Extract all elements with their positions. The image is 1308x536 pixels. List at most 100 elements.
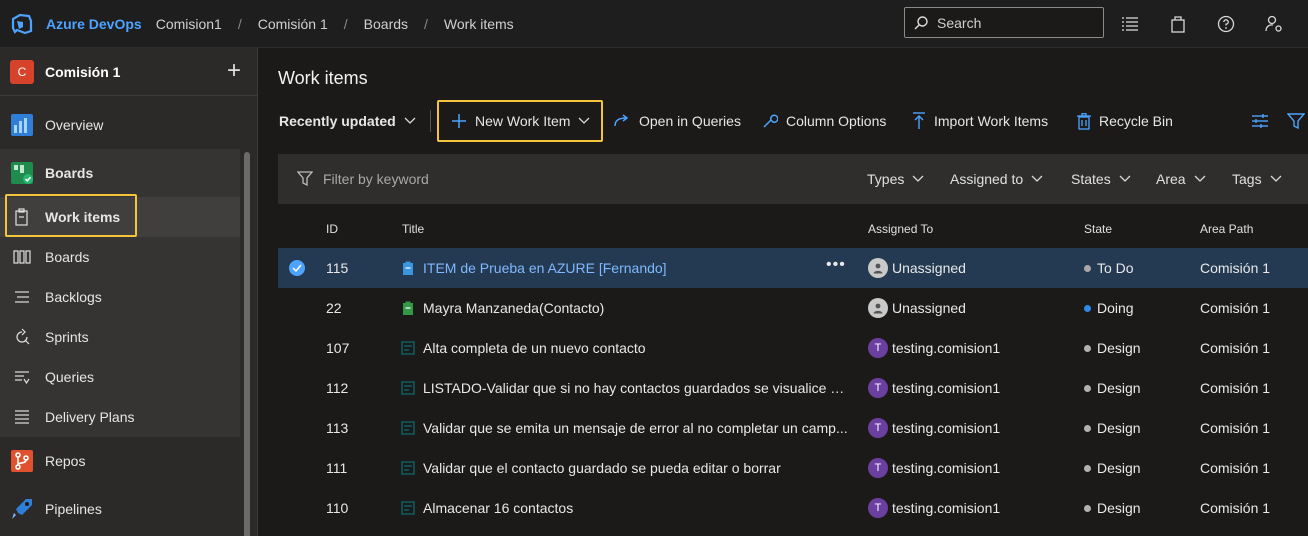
- row-area-path: Comisión 1: [1200, 460, 1271, 476]
- table-header: ID Title Assigned To State Area Path: [278, 208, 1308, 248]
- test-case-icon: [401, 421, 415, 435]
- row-assigned-to: testing.comision1: [892, 500, 1001, 516]
- table-row[interactable]: 107 Alta completa de un nuevo contacto Tte…: [278, 328, 1308, 368]
- filter-toggle-icon[interactable]: [1287, 100, 1305, 142]
- row-assigned-to: Unassigned: [892, 300, 966, 316]
- new-work-item-button[interactable]: New Work Item: [437, 100, 603, 142]
- project-name[interactable]: Comisión 1: [45, 64, 120, 80]
- search-input[interactable]: Search: [904, 7, 1104, 38]
- more-actions-icon[interactable]: •••: [826, 256, 846, 274]
- row-assigned-to: testing.comision1: [892, 420, 1001, 436]
- add-icon[interactable]: +: [222, 59, 246, 84]
- sidebar-item-boards[interactable]: Boards: [0, 149, 240, 197]
- sidebar-scrollbar[interactable]: [244, 152, 250, 536]
- sidebar-item-backlogs[interactable]: Backlogs: [0, 277, 240, 317]
- table-row[interactable]: 111 Validar que el contacto guardado se p…: [278, 448, 1308, 488]
- keyword-filter-input[interactable]: Filter by keyword: [323, 171, 429, 187]
- breadcrumb-project[interactable]: Comisión 1: [258, 16, 328, 32]
- brand-link[interactable]: Azure DevOps: [46, 16, 142, 32]
- table-row[interactable]: 110 Almacenar 16 contactos Ttesting.comisi…: [278, 488, 1308, 528]
- row-title-link[interactable]: Alta completa de un nuevo contacto: [423, 340, 848, 356]
- plus-icon: [452, 114, 466, 128]
- filter-area-dropdown[interactable]: Area: [1156, 154, 1206, 204]
- unassigned-avatar-icon: [868, 298, 888, 318]
- recycle-bin-label: Recycle Bin: [1099, 113, 1173, 129]
- sidebar-item-pipelines[interactable]: Pipelines: [0, 485, 240, 533]
- table-row[interactable]: 115 ITEM de Prueba en AZURE [Fernando] •••…: [278, 248, 1308, 288]
- search-icon: [914, 15, 928, 29]
- open-in-queries-button[interactable]: Open in Queries: [613, 100, 741, 142]
- state-dot-icon: [1084, 505, 1091, 512]
- filter-tags-dropdown[interactable]: Tags: [1232, 154, 1282, 204]
- column-header-area[interactable]: Area Path: [1200, 222, 1253, 236]
- sidebar-item-label: Pipelines: [45, 501, 102, 517]
- filter-tags-label: Tags: [1232, 171, 1262, 187]
- state-dot-icon: [1084, 465, 1091, 472]
- row-title-link[interactable]: Validar que se emita un mensaje de error…: [423, 420, 848, 436]
- sidebar-item-delivery-plans[interactable]: Delivery Plans: [0, 397, 240, 437]
- breadcrumb-organization[interactable]: Comision1: [156, 16, 222, 32]
- row-area-path: Comisión 1: [1200, 500, 1271, 516]
- column-header-state[interactable]: State: [1084, 222, 1112, 236]
- sidebar-item-boards-sub[interactable]: Boards: [0, 237, 240, 277]
- sidebar-item-queries[interactable]: Queries: [0, 357, 240, 397]
- sidebar-item-label: Sprints: [45, 329, 89, 345]
- project-avatar: C: [10, 59, 34, 84]
- table-row[interactable]: 22 Mayra Manzaneda(Contacto) Unassigned Doi…: [278, 288, 1308, 328]
- user-settings-icon[interactable]: [1250, 0, 1298, 48]
- view-options-icon[interactable]: [1251, 100, 1269, 142]
- column-header-id[interactable]: ID: [326, 222, 338, 236]
- sidebar-item-repos[interactable]: Repos: [0, 437, 240, 485]
- column-options-button[interactable]: Column Options: [762, 100, 886, 142]
- breadcrumb-work-items[interactable]: Work items: [444, 16, 514, 32]
- table-row[interactable]: 113 Validar que se emita un mensaje de er…: [278, 408, 1308, 448]
- chevron-down-icon: [404, 117, 416, 124]
- recycle-bin-icon: [1077, 112, 1091, 130]
- state-dot-icon: [1084, 345, 1091, 352]
- sidebar: C Comisión 1 + Overview Boards Work item…: [0, 48, 258, 536]
- sidebar-item-sprints[interactable]: Sprints: [0, 317, 240, 357]
- azure-devops-logo-icon[interactable]: [4, 0, 40, 48]
- filter-types-label: Types: [867, 171, 905, 187]
- wrench-icon: [763, 114, 778, 128]
- avatar: T: [868, 338, 888, 358]
- filter-area-label: Area: [1156, 171, 1186, 187]
- help-icon[interactable]: [1202, 0, 1250, 48]
- marketplace-bag-icon[interactable]: [1154, 0, 1202, 48]
- column-header-title[interactable]: Title: [402, 222, 424, 236]
- toolbar: Recently updated New Work Item Open in Q…: [259, 100, 1308, 142]
- boards-group: Boards Work items Boards Backlogs Sprint…: [0, 149, 240, 437]
- filter-assigned-dropdown[interactable]: Assigned to: [950, 154, 1043, 204]
- project-header[interactable]: C Comisión 1 +: [0, 48, 257, 96]
- row-state: Design: [1097, 420, 1141, 436]
- state-dot-icon: [1084, 305, 1091, 312]
- table-row[interactable]: 112 LISTADO-Validar que si no hay contact…: [278, 368, 1308, 408]
- row-title-link[interactable]: Mayra Manzaneda(Contacto): [423, 300, 848, 316]
- breadcrumb-boards[interactable]: Boards: [364, 16, 408, 32]
- row-title-link[interactable]: Almacenar 16 contactos: [423, 500, 848, 516]
- import-work-items-button[interactable]: Import Work Items: [912, 100, 1048, 142]
- row-title-link[interactable]: Validar que el contacto guardado se pued…: [423, 460, 848, 476]
- sprint-icon: [12, 327, 32, 347]
- column-options-label: Column Options: [786, 113, 887, 129]
- row-id: 110: [326, 500, 349, 516]
- view-selector-dropdown[interactable]: Recently updated: [279, 100, 416, 142]
- sidebar-item-label: Delivery Plans: [45, 409, 135, 425]
- task-icon: [403, 261, 413, 275]
- filter-types-dropdown[interactable]: Types: [867, 154, 924, 204]
- row-assigned-to: testing.comision1: [892, 380, 1001, 396]
- filter-states-dropdown[interactable]: States: [1071, 154, 1131, 204]
- new-work-item-label: New Work Item: [475, 113, 571, 129]
- work-items-table: 115 ITEM de Prueba en AZURE [Fernando] •••…: [278, 248, 1308, 528]
- row-selected-check-icon[interactable]: [289, 260, 305, 276]
- row-id: 115: [326, 260, 349, 276]
- column-header-assigned[interactable]: Assigned To: [868, 222, 933, 236]
- row-title-link[interactable]: LISTADO-Validar que si no hay contactos …: [423, 380, 848, 396]
- recycle-bin-button[interactable]: Recycle Bin: [1077, 100, 1173, 142]
- list-settings-icon[interactable]: [1106, 0, 1154, 48]
- row-title-link[interactable]: ITEM de Prueba en AZURE [Fernando]: [423, 260, 848, 276]
- sidebar-item-overview[interactable]: Overview: [0, 101, 240, 149]
- avatar: T: [868, 378, 888, 398]
- pipelines-icon: [10, 497, 34, 521]
- test-case-icon: [401, 501, 415, 515]
